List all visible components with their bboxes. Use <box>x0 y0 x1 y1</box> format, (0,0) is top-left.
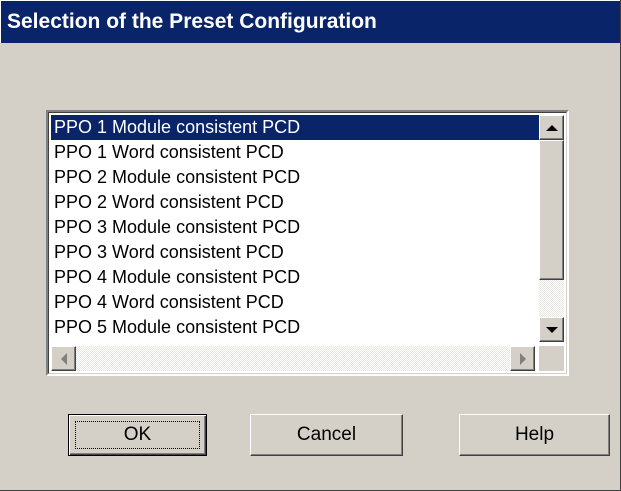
scroll-right-button[interactable] <box>510 346 535 371</box>
list-item[interactable]: PPO 4 Module consistent PCD <box>51 265 560 290</box>
ok-button[interactable]: OK <box>68 414 207 456</box>
scrollbar-corner <box>539 346 564 371</box>
dialog-title: Selection of the Preset Configuration <box>7 10 377 33</box>
arrow-right-icon <box>519 352 526 365</box>
list-item[interactable]: PPO 2 Word consistent PCD <box>51 190 560 215</box>
arrow-up-icon <box>545 124 558 131</box>
preset-configuration-dialog: Selection of the Preset Configuration PP… <box>0 0 621 491</box>
list-item[interactable]: PPO 4 Word consistent PCD <box>51 290 560 315</box>
help-button[interactable]: Help <box>459 414 610 456</box>
list-item[interactable]: PPO 2 Module consistent PCD <box>51 165 560 190</box>
list-item[interactable]: PPO 3 Module consistent PCD <box>51 215 560 240</box>
configuration-listbox[interactable]: PPO 1 Module consistent PCD PPO 1 Word c… <box>46 110 569 376</box>
arrow-left-icon <box>60 352 67 365</box>
help-button-label: Help <box>514 424 555 445</box>
configuration-list: PPO 1 Module consistent PCD PPO 1 Word c… <box>51 115 560 343</box>
list-item[interactable]: PPO 3 Word consistent PCD <box>51 240 560 265</box>
title-bar: Selection of the Preset Configuration <box>0 0 620 43</box>
list-item[interactable]: PPO 1 Module consistent PCD <box>51 115 560 140</box>
scroll-left-button[interactable] <box>51 346 76 371</box>
vertical-scroll-thumb[interactable] <box>539 140 564 280</box>
listbox-frame: PPO 1 Module consistent PCD PPO 1 Word c… <box>48 112 567 374</box>
list-item[interactable]: PPO 5 Module consistent PCD <box>51 315 560 340</box>
horizontal-scrollbar[interactable] <box>51 346 535 371</box>
scroll-down-button[interactable] <box>539 317 564 342</box>
cancel-button[interactable]: Cancel <box>250 414 403 456</box>
vertical-scrollbar[interactable] <box>539 115 564 342</box>
scroll-up-button[interactable] <box>539 115 564 140</box>
list-item[interactable]: PPO 1 Word consistent PCD <box>51 140 560 165</box>
arrow-down-icon <box>545 326 558 333</box>
ok-button-label: OK <box>123 424 152 445</box>
cancel-button-label: Cancel <box>296 424 357 445</box>
